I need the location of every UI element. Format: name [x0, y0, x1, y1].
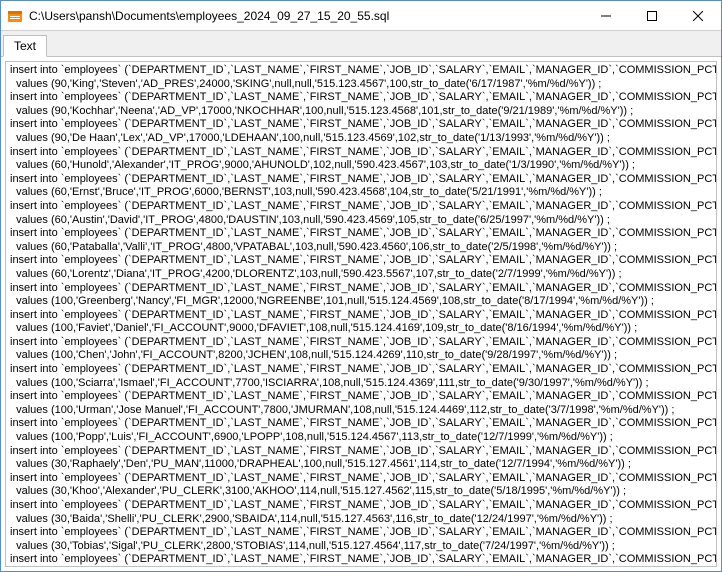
maximize-button[interactable] [629, 1, 675, 30]
window-controls [583, 1, 721, 30]
window-title: C:\Users\pansh\Documents\employees_2024_… [29, 9, 583, 23]
sql-text-view[interactable]: insert into `employees` (`DEPARTMENT_ID`… [5, 61, 717, 567]
content-area: insert into `employees` (`DEPARTMENT_ID`… [1, 57, 721, 571]
tab-text[interactable]: Text [3, 35, 47, 57]
tab-bar: Text [1, 31, 721, 57]
app-window: C:\Users\pansh\Documents\employees_2024_… [0, 0, 722, 572]
close-button[interactable] [675, 1, 721, 30]
minimize-button[interactable] [583, 1, 629, 30]
app-icon [7, 8, 23, 24]
titlebar[interactable]: C:\Users\pansh\Documents\employees_2024_… [1, 1, 721, 31]
